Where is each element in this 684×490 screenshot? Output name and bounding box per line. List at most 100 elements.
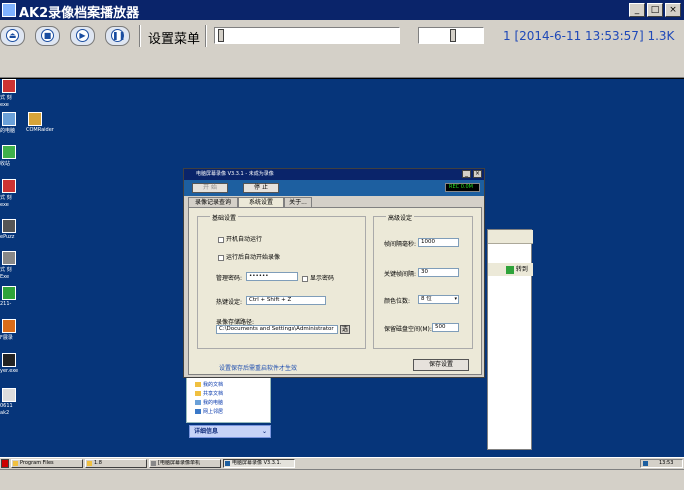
recycle-bin-icon <box>2 145 16 159</box>
desktop-icon[interactable]: F展录 <box>0 319 48 341</box>
program-icon <box>2 319 16 333</box>
save-settings-button[interactable]: 保存设置 <box>413 359 469 371</box>
advanced-settings-group: 高级设定 帧间隔毫秒: 1000 关键帧间隔: 30 颜色位数: 8 位 ▾ 保… <box>373 213 473 349</box>
checkbox-box[interactable] <box>218 236 224 243</box>
desktop-icon[interactable]: yer.exe <box>0 353 48 374</box>
player-toolbar: ⏏ ■ ▶ ❚❚ 设置菜单 1 [2014-6-11 13:53:57] 1.3… <box>0 20 684 78</box>
settings-pane: 基础设置 开机自动运行 运行后自动开始录像 管理密码: •••••• 显示密码 … <box>188 207 482 375</box>
close-button[interactable]: × <box>473 170 482 178</box>
hotkey-field[interactable]: Ctrl + Shift + Z <box>246 296 326 305</box>
window-title: AK2录像档案播放器 <box>19 6 140 21</box>
folder-icon <box>13 461 18 466</box>
explorer-toolbar <box>488 230 533 244</box>
clock: 13:53 <box>659 460 674 466</box>
playback-status: 1 [2014-6-11 13:53:57] 1.3K <box>503 29 675 43</box>
taskbar-item[interactable]: Program Files <box>11 459 83 468</box>
frame-interval-label: 帧间隔毫秒: <box>384 241 417 248</box>
keyframe-field[interactable]: 30 <box>418 268 459 277</box>
checkbox-box[interactable] <box>218 254 224 261</box>
list-item[interactable]: 我的文档 <box>195 381 223 388</box>
recorder-dialog: 电脑屏幕录像 V3.3.1 - 未成为录像 _ × 开 始 停 止 REC 0.… <box>183 168 485 378</box>
desktop-icon[interactable]: ePuzz <box>0 219 48 240</box>
tab-system-settings[interactable]: 系统设置 <box>238 197 284 207</box>
list-item[interactable]: 共享文档 <box>195 390 223 397</box>
keyframe-label: 关键帧间隔: <box>384 271 417 278</box>
reserve-space-field[interactable]: 500 <box>432 323 459 332</box>
taskbar: Program Files 1.8 [电脑屏幕录像单机 电脑屏幕录像 V3.3.… <box>0 457 684 469</box>
minimize-button[interactable]: _ <box>462 170 471 178</box>
rewind-button[interactable]: ⏏ <box>0 26 25 46</box>
password-label: 管理密码: <box>216 275 243 282</box>
restart-note: 设置保存后需重启软件才生效 <box>219 365 298 372</box>
program-icon <box>2 251 16 265</box>
list-item[interactable]: 我的电脑 <box>195 399 223 406</box>
desktop-icon[interactable]: 0611 ak2 <box>0 388 48 416</box>
color-depth-select[interactable]: 8 位 ▾ <box>418 295 459 304</box>
taskbar-item[interactable]: 1.8 <box>85 459 147 468</box>
desktop-icon[interactable]: 211- <box>0 286 48 307</box>
show-password-checkbox[interactable]: 显示密码 <box>302 273 334 282</box>
player-title-bar: AK2录像档案播放器 _ □ × <box>0 0 684 21</box>
go-button[interactable]: 转到 <box>506 264 528 275</box>
list-item[interactable]: 网上邻居 <box>195 408 223 415</box>
stop-button[interactable]: ■ <box>35 26 60 46</box>
start-button[interactable] <box>1 459 9 468</box>
close-button[interactable]: × <box>665 3 681 17</box>
player-bottom-strip <box>0 469 684 490</box>
recorder-control-strip: 开 始 停 止 REC 0.0M <box>184 180 484 196</box>
slider-thumb[interactable] <box>218 29 224 42</box>
reserve-space-label: 保留磁盘空间(M): <box>384 326 432 333</box>
checkbox-box[interactable] <box>302 275 308 282</box>
desktop-icon[interactable]: 式 刻 Exe <box>0 251 48 280</box>
minimize-button[interactable]: _ <box>629 3 645 17</box>
folder-icon <box>195 382 201 387</box>
pause-icon: ❚❚ <box>111 29 126 42</box>
program-icon <box>28 112 42 126</box>
explorer-side-panel: 我的文档 共享文档 我的电脑 网上邻居 <box>186 377 271 423</box>
app-icon <box>2 3 16 17</box>
hotkey-label: 热键设定: <box>216 299 243 306</box>
start-button[interactable]: 开 始 <box>192 183 228 193</box>
playback-position-slider[interactable] <box>214 27 400 44</box>
pause-button[interactable]: ❚❚ <box>105 26 130 46</box>
desktop-icon[interactable]: 式 刻 exe <box>0 179 48 208</box>
settings-menu[interactable]: 设置菜单 <box>148 28 200 47</box>
program-icon <box>2 179 16 193</box>
go-arrow-icon <box>506 265 514 274</box>
taskbar-item-active[interactable]: 电脑屏幕录像 V3.3.1. <box>223 459 295 468</box>
explorer-window[interactable]: 转到 <box>487 229 533 450</box>
address-bar: 转到 <box>488 263 533 276</box>
program-icon <box>2 79 16 93</box>
autostart-checkbox[interactable]: 开机自动运行 <box>218 234 262 243</box>
password-field[interactable]: •••••• <box>246 272 298 281</box>
basic-settings-group: 基础设置 开机自动运行 运行后自动开始录像 管理密码: •••••• 显示密码 … <box>197 213 366 349</box>
dialog-title-bar: 电脑屏幕录像 V3.3.1 - 未成为录像 _ × <box>184 169 484 180</box>
program-icon <box>2 286 16 300</box>
file-icon <box>2 388 16 402</box>
desktop-icon[interactable]: 收站 <box>0 145 48 167</box>
slider-thumb[interactable] <box>450 29 456 42</box>
tab-about[interactable]: 关于... <box>284 197 312 207</box>
tab-record-query[interactable]: 录像记录查询 <box>188 197 238 207</box>
path-field[interactable]: C:\Documents and Settings\Administrator <box>216 325 338 334</box>
chevron-down-icon: ▾ <box>454 296 457 302</box>
play-button[interactable]: ▶ <box>70 26 95 46</box>
computer-icon <box>2 112 16 126</box>
desktop-icon[interactable]: 式 刻 exe <box>0 79 48 108</box>
folder-icon <box>195 391 201 396</box>
desktop-icon[interactable]: COMRaider <box>26 112 74 133</box>
browse-button[interactable]: 选 <box>340 325 350 334</box>
stop-button[interactable]: 停 止 <box>243 183 279 193</box>
taskbar-item[interactable]: [电脑屏幕录像单机 <box>149 459 221 468</box>
tray-icon[interactable] <box>643 461 648 466</box>
app-icon <box>151 461 156 466</box>
autorecord-checkbox[interactable]: 运行后自动开始录像 <box>218 252 280 261</box>
speed-slider[interactable] <box>418 27 484 44</box>
system-tray: 13:53 <box>640 459 683 468</box>
chevron-down-icon: ⌄ <box>261 428 267 435</box>
rewind-icon: ⏏ <box>6 29 19 42</box>
toolbar-separator <box>139 25 141 47</box>
details-section-header[interactable]: 详细信息 ⌄ <box>189 425 271 438</box>
maximize-button[interactable]: □ <box>647 3 663 17</box>
frame-interval-field[interactable]: 1000 <box>418 238 459 247</box>
